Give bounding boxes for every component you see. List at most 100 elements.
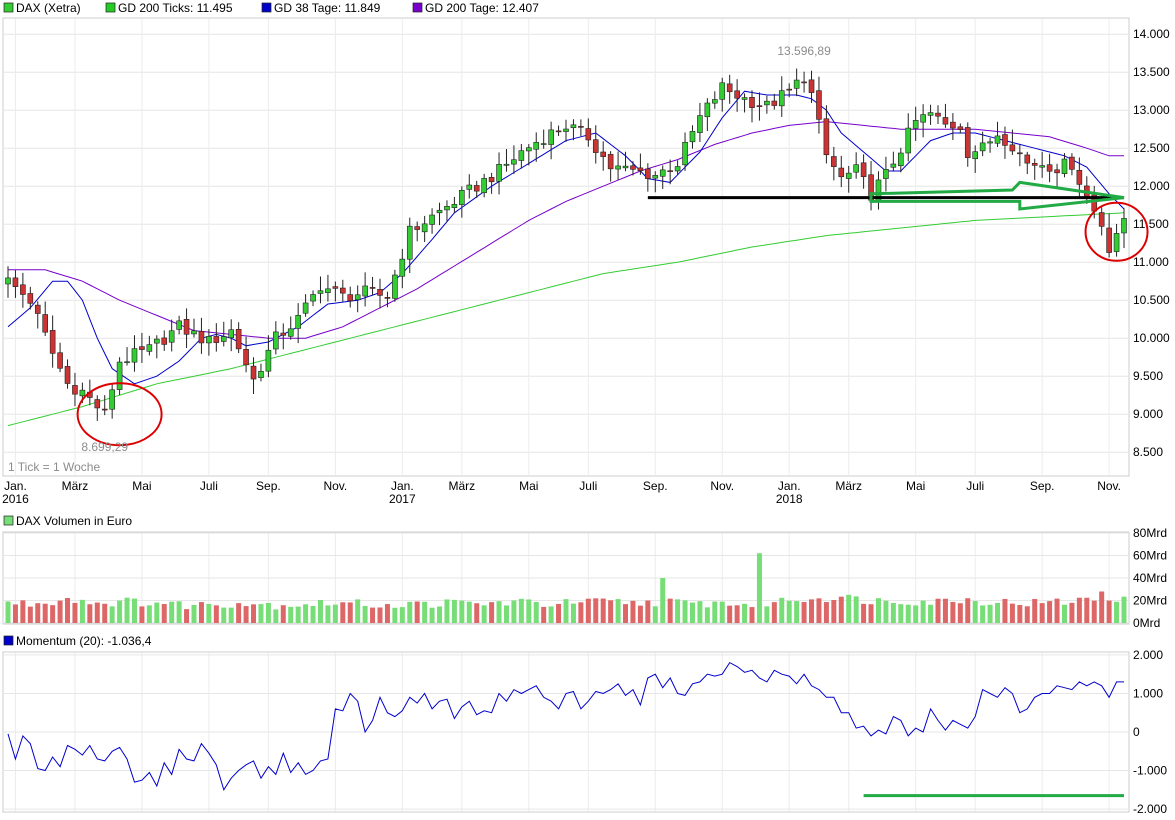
- candle-down: [808, 79, 815, 93]
- candle-down: [1002, 134, 1008, 146]
- candle-up: [518, 150, 525, 161]
- volume-bar: [221, 607, 227, 623]
- volume-bar: [466, 601, 472, 623]
- volume-bar: [481, 605, 487, 623]
- volume-bar: [87, 604, 93, 623]
- x-tick-label: Nov.: [1097, 479, 1121, 493]
- legend-swatch-dax: [3, 2, 14, 13]
- candle-down: [607, 154, 614, 170]
- volume-bar: [370, 607, 376, 623]
- volume-bar: [712, 601, 718, 623]
- volume-bar: [1024, 606, 1030, 623]
- legend: DAX (Xetra) GD 200 Ticks: 11.495 GD 38 T…: [3, 1, 539, 15]
- volume-bar: [474, 603, 480, 623]
- volume-bar: [786, 600, 792, 623]
- candle-down: [161, 337, 168, 345]
- candle-up: [421, 223, 428, 233]
- volume-bar: [50, 605, 56, 623]
- volume-bar: [198, 602, 204, 623]
- candle-down: [1009, 144, 1016, 152]
- candle-up: [570, 124, 577, 129]
- volume-bar: [920, 600, 926, 623]
- volume-bar: [980, 605, 986, 623]
- candle-down: [250, 365, 257, 380]
- candle-down: [667, 170, 673, 173]
- volume-bar: [526, 599, 532, 623]
- volume-bar: [377, 607, 383, 623]
- volume-legend-swatch: [3, 515, 14, 526]
- volume-bar: [42, 603, 48, 623]
- candle-down: [1046, 164, 1053, 172]
- price-y-tick-label: 9.000: [1133, 407, 1163, 421]
- candle-down: [1069, 156, 1075, 170]
- candle-down: [235, 329, 242, 350]
- volume-bar: [995, 602, 1001, 623]
- x-tick-label: Juli: [966, 479, 984, 493]
- volume-bar: [935, 598, 941, 623]
- candle-up: [994, 135, 1001, 144]
- volume-bar: [94, 602, 100, 623]
- volume-bar: [861, 603, 867, 623]
- candle-up: [979, 142, 986, 152]
- volume-y-tick-label: 0Mrd: [1133, 616, 1160, 630]
- candle-up: [287, 328, 294, 337]
- volume-bar: [236, 603, 242, 623]
- volume-bar: [600, 598, 606, 623]
- x-tick-label: Nov.: [323, 479, 347, 493]
- candle-up: [845, 172, 852, 179]
- candle-up: [1113, 233, 1120, 252]
- volume-y-tick-label: 40Mrd: [1133, 571, 1167, 585]
- candle-down: [1076, 169, 1083, 185]
- price-y-tick-label: 13.500: [1133, 65, 1170, 79]
- candle-up: [540, 143, 547, 145]
- volume-bar: [660, 578, 666, 623]
- volume-bar: [771, 602, 777, 623]
- candle-down: [592, 139, 599, 153]
- volume-bar: [987, 604, 993, 623]
- volume-bar: [533, 602, 539, 623]
- volume-bar: [258, 604, 264, 623]
- legend-dax: DAX (Xetra): [16, 1, 81, 15]
- candle-down: [198, 330, 205, 344]
- legend-swatch-gd200-tage: [412, 2, 423, 13]
- volume-bar: [756, 553, 762, 623]
- candle-down: [786, 88, 793, 91]
- legend-swatch-gd200-ticks: [105, 2, 116, 13]
- extreme-value-label: 13.596,89: [777, 44, 831, 58]
- candle-up: [615, 165, 621, 170]
- x-tick-label: Jan.: [778, 479, 801, 493]
- volume-bar: [675, 599, 681, 623]
- volume-bar: [288, 606, 294, 623]
- candle-up: [741, 97, 748, 100]
- volume-bar: [27, 606, 33, 623]
- volume-bar: [437, 606, 443, 623]
- volume-bar: [652, 606, 658, 623]
- candle-up: [317, 290, 324, 294]
- volume-bar: [503, 605, 509, 623]
- candle-down: [101, 408, 108, 411]
- candle-down: [414, 226, 421, 230]
- candle-up: [897, 152, 904, 167]
- x-tick-label: März: [62, 479, 89, 493]
- candle-down: [756, 105, 763, 107]
- volume-bar: [146, 605, 152, 623]
- volume-bar: [957, 603, 963, 623]
- candle-up: [883, 168, 889, 179]
- volume-bar: [317, 600, 323, 623]
- x-tick-label: Mai: [132, 479, 151, 493]
- candle-up: [436, 209, 443, 214]
- volume-bar: [280, 605, 286, 623]
- volume-bar: [1114, 601, 1120, 623]
- candle-down: [473, 185, 480, 192]
- candle-up: [154, 338, 160, 344]
- volume-bar: [831, 600, 837, 623]
- candle-up: [1061, 158, 1068, 175]
- price-y-tick-label: 12.000: [1133, 179, 1170, 193]
- x-tick-label: Jan.: [391, 479, 414, 493]
- candle-up: [1121, 218, 1127, 234]
- price-y-tick-label: 10.500: [1133, 293, 1170, 307]
- candle-down: [183, 319, 190, 335]
- candle-down: [600, 151, 607, 157]
- volume-bar: [414, 601, 420, 623]
- volume-bar: [556, 603, 562, 623]
